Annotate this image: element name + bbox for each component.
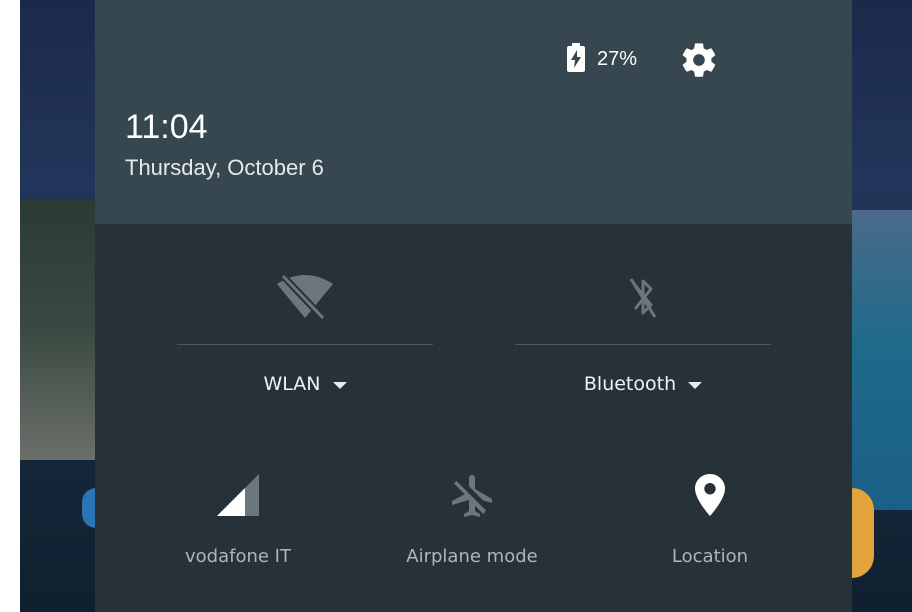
- tile-divider: [515, 344, 771, 345]
- cellular-signal-icon[interactable]: [215, 472, 261, 518]
- tile-bluetooth-label: Bluetooth: [583, 373, 677, 395]
- location-pin-icon[interactable]: [692, 472, 728, 518]
- gear-icon[interactable]: [679, 40, 719, 80]
- tile-wlan[interactable]: WLAN: [177, 256, 433, 416]
- battery-percent: 27%: [597, 48, 638, 70]
- wlan-dropdown[interactable]: WLAN: [177, 373, 433, 395]
- bluetooth-dropdown[interactable]: Bluetooth: [515, 373, 771, 395]
- wifi-off-icon[interactable]: [275, 272, 335, 322]
- chevron-down-icon[interactable]: [332, 381, 347, 389]
- quick-settings-header: 27% 11:04 Thursday, October 6: [95, 0, 852, 224]
- tile-location-label: Location: [671, 546, 749, 567]
- tile-wlan-label: WLAN: [263, 373, 321, 395]
- tile-divider: [177, 344, 433, 345]
- airplane-off-icon[interactable]: [448, 471, 496, 519]
- battery-charging-icon: [567, 43, 585, 72]
- chevron-down-icon[interactable]: [688, 381, 703, 389]
- notification-shade: 27% 11:04 Thursday, October 6 WLAN Bluet…: [95, 0, 852, 612]
- tile-cellular-label: vodafone IT: [185, 546, 291, 567]
- tile-airplane-label: Airplane mode: [406, 546, 538, 567]
- bluetooth-off-icon[interactable]: [625, 274, 661, 320]
- wallpaper-shore: [20, 200, 100, 460]
- wallpaper-sea: [852, 210, 912, 510]
- tile-airplane-mode[interactable]: Airplane mode: [372, 470, 572, 567]
- tile-location[interactable]: Location: [610, 470, 810, 567]
- clock-time[interactable]: 11:04: [125, 108, 208, 147]
- tile-cellular[interactable]: vodafone IT: [138, 470, 338, 567]
- tile-bluetooth[interactable]: Bluetooth: [515, 256, 771, 416]
- date-label[interactable]: Thursday, October 6: [125, 155, 324, 181]
